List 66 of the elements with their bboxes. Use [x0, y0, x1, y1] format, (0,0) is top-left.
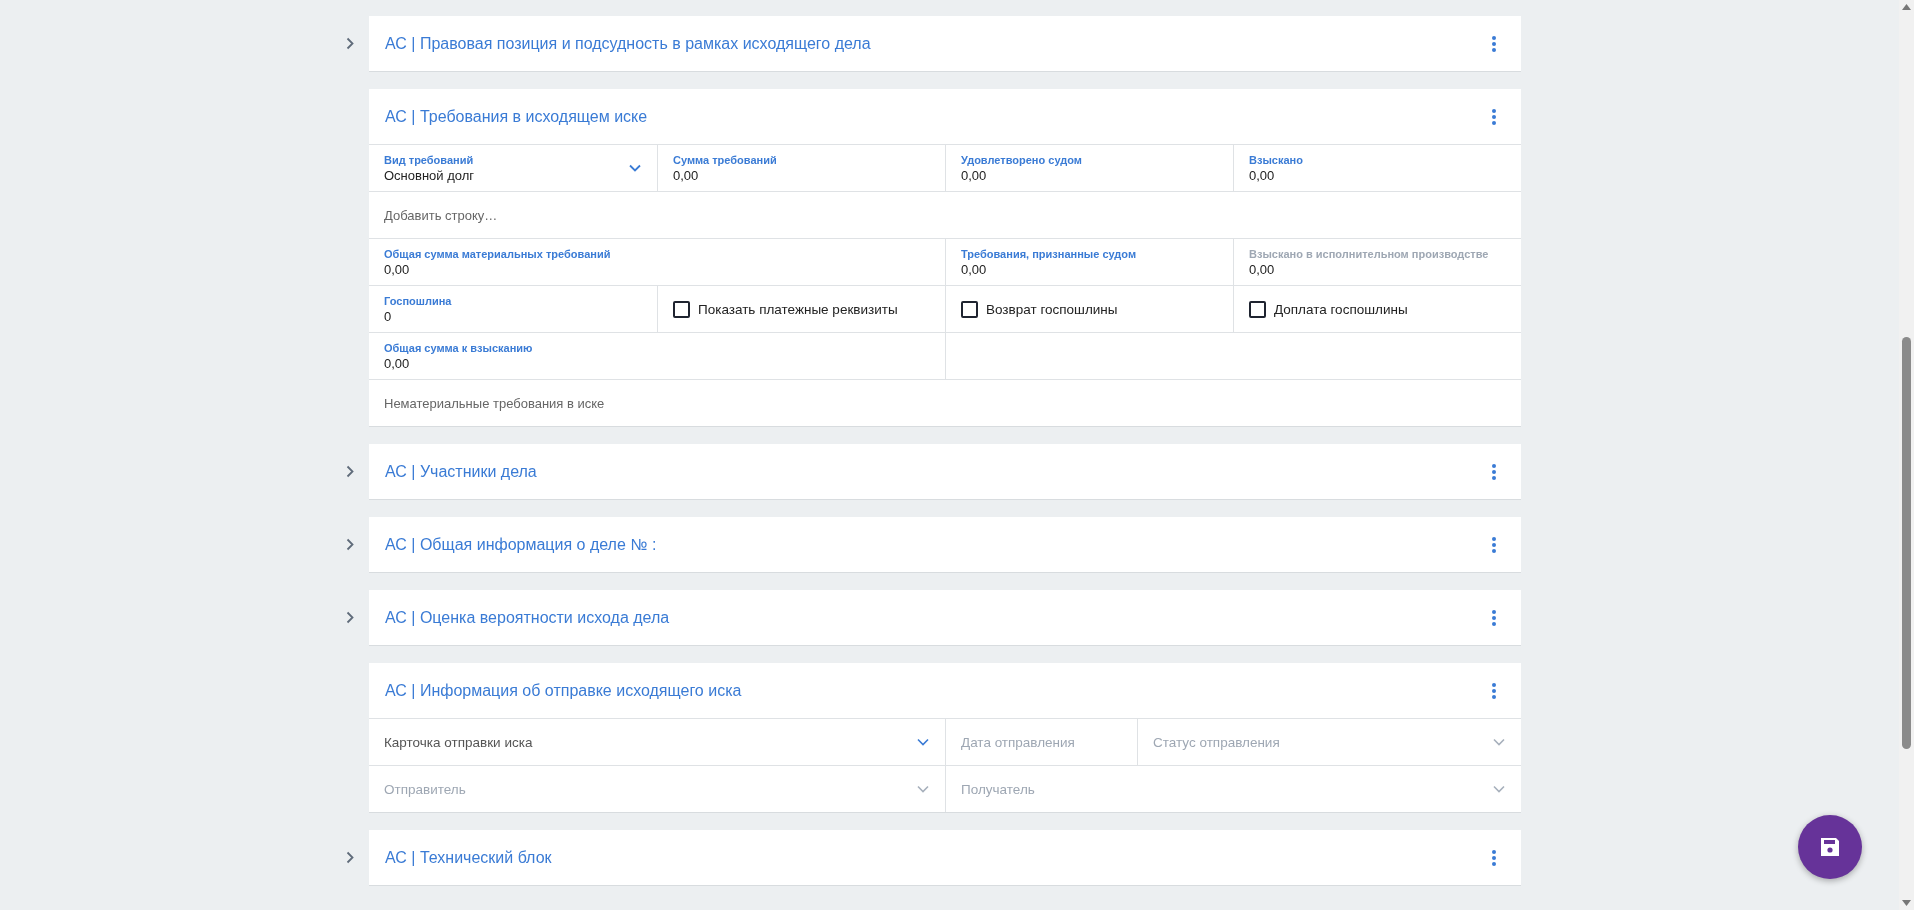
field-label: Вид требований [384, 153, 475, 166]
field-value: 0 [384, 308, 393, 324]
section-title[interactable]: АС | Правовая позиция и подсудность в рамках исходящего дела [385, 34, 871, 53]
field-value: 0,00 [1249, 261, 1276, 277]
field-value: 0,00 [384, 261, 411, 277]
subsection-label: Нематериальные требования в иске [384, 395, 605, 411]
section-title[interactable]: АС | Общая информация о деле № : [385, 535, 657, 554]
save-button[interactable] [1798, 815, 1862, 879]
field-label: Общая сумма материальных требований [384, 247, 611, 260]
more-menu-icon[interactable] [1492, 108, 1496, 125]
field-label: Взыскано [1249, 153, 1303, 166]
more-menu-icon[interactable] [1492, 609, 1496, 626]
chevron-down-icon[interactable] [1493, 785, 1505, 793]
checkbox[interactable] [1249, 300, 1266, 318]
section-title[interactable]: АС | Технический блок [385, 848, 552, 867]
more-menu-icon[interactable] [1492, 682, 1496, 699]
section-title[interactable]: АС | Требования в исходящем иске [385, 107, 648, 126]
field-label: Общая сумма к взысканию [384, 341, 533, 354]
scroll-up-icon[interactable] [1902, 4, 1911, 10]
field-label: Удовлетворено судом [961, 153, 1082, 166]
field-label: Взыскано в исполнительном производстве [1249, 247, 1489, 260]
more-menu-icon[interactable] [1492, 849, 1496, 866]
form-field[interactable]: Общая сумма к взысканию 0,00 [384, 341, 533, 371]
checkbox-label: Показать платежные реквизиты [698, 301, 898, 317]
form-field[interactable]: Удовлетворено судом 0,00 [961, 153, 1082, 183]
vertical-scrollbar[interactable] [1899, 0, 1914, 910]
expand-chevron-icon[interactable] [345, 851, 354, 864]
field-label: Требования, признанные судом [961, 247, 1137, 260]
field-value: 0,00 [1249, 167, 1276, 183]
scrollbar-thumb[interactable] [1902, 337, 1911, 749]
checkbox-label: Возврат госпошлины [986, 301, 1118, 317]
date-input-field[interactable]: Дата отправления [961, 734, 1121, 750]
dropdown-placeholder[interactable]: Карточка отправки иска [384, 734, 533, 750]
field-value: 0,00 [961, 167, 988, 183]
checkbox-label: Доплата госпошлины [1274, 301, 1408, 317]
expand-chevron-icon[interactable] [345, 538, 354, 551]
chevron-down-icon[interactable] [629, 164, 641, 172]
chevron-down-icon[interactable] [917, 738, 929, 746]
more-menu-icon[interactable] [1492, 463, 1496, 480]
save-icon [1819, 836, 1841, 858]
form-field[interactable]: Взыскано 0,00 [1249, 153, 1303, 183]
form-field[interactable]: Требования, признанные судом 0,00 [961, 247, 1137, 277]
expand-chevron-icon[interactable] [345, 611, 354, 624]
more-menu-icon[interactable] [1492, 536, 1496, 553]
field-value: 0,00 [961, 261, 988, 277]
field-value: 0,00 [673, 167, 700, 183]
chevron-down-icon[interactable] [1493, 738, 1505, 746]
chevron-down-icon[interactable] [917, 785, 929, 793]
field-value: Основной долг [384, 167, 475, 183]
checkbox[interactable] [673, 300, 690, 318]
section-title[interactable]: АС | Информация об отправке исходящего иска [385, 681, 742, 700]
section-title[interactable]: АС | Участники дела [385, 462, 537, 481]
scroll-down-icon[interactable] [1902, 900, 1911, 906]
section-title[interactable]: АС | Оценка вероятности исхода дела [385, 608, 670, 627]
form-field[interactable]: Госпошлина 0 [384, 294, 452, 324]
checkbox[interactable] [961, 300, 978, 318]
field-label: Госпошлина [384, 294, 452, 307]
form-field[interactable]: Вид требований Основной долг [384, 153, 475, 183]
more-menu-icon[interactable] [1492, 35, 1496, 52]
add-row-link[interactable]: Добавить строку… [384, 207, 498, 223]
field-value: 0,00 [384, 355, 411, 371]
field-label: Сумма требований [673, 153, 777, 166]
form-field[interactable]: Сумма требований 0,00 [673, 153, 777, 183]
expand-chevron-icon[interactable] [345, 465, 354, 478]
form-field[interactable]: Общая сумма материальных требований 0,00 [384, 247, 611, 277]
expand-chevron-icon[interactable] [345, 37, 354, 50]
